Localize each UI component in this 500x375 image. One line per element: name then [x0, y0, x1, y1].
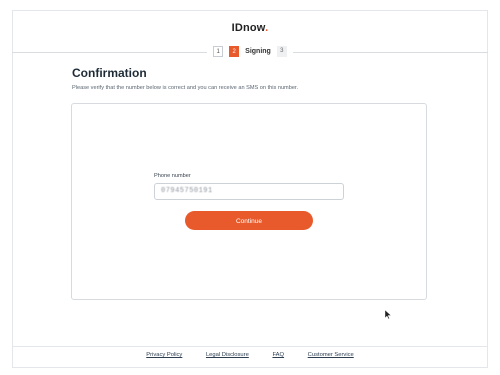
confirmation-card	[71, 103, 427, 300]
idnow-logo: IDnow.	[231, 22, 269, 34]
step-2-label: Signing	[245, 48, 271, 55]
mouse-cursor-icon	[385, 310, 391, 319]
phone-number-value: 07945750191	[161, 187, 213, 195]
footer-divider	[12, 346, 488, 347]
step-2-box: 2	[229, 46, 240, 57]
page-title: Confirmation	[72, 66, 147, 80]
step-3-box: 3	[276, 46, 287, 57]
privacy-policy-link[interactable]: Privacy Policy	[146, 352, 182, 358]
continue-button[interactable]: Continue	[185, 211, 313, 230]
phone-number-input[interactable]: 07945750191	[154, 183, 344, 200]
progress-stepper: 1 2 Signing 3	[0, 46, 500, 57]
faq-link[interactable]: FAQ	[272, 352, 284, 358]
page-subtitle: Please verify that the number below is c…	[72, 85, 299, 91]
step-1-box: 1	[213, 46, 224, 57]
customer-service-link[interactable]: Customer Service	[308, 352, 354, 358]
legal-disclosure-link[interactable]: Legal Disclosure	[206, 352, 249, 358]
phone-number-label: Phone number	[154, 173, 191, 179]
footer-links: Privacy Policy Legal Disclosure FAQ Cust…	[0, 352, 500, 358]
